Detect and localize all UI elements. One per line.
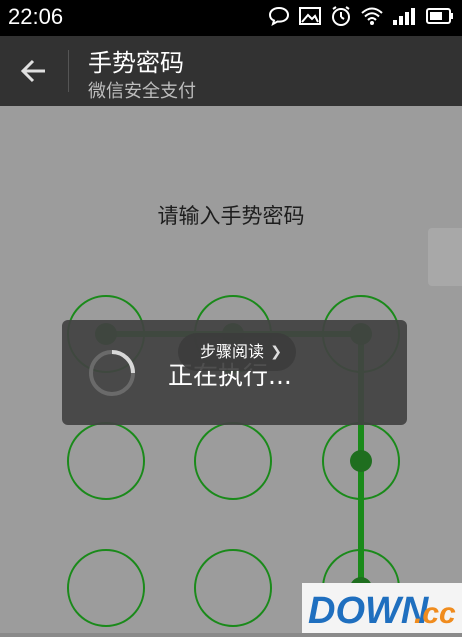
gesture-pattern[interactable] bbox=[0, 0, 462, 633]
watermark-suffix: .cc bbox=[414, 597, 456, 630]
step-reading-tooltip[interactable]: 步骤阅读 ❯ bbox=[178, 333, 296, 371]
spinner-icon bbox=[87, 348, 137, 398]
tooltip-label: 步骤阅读 bbox=[200, 342, 265, 361]
pattern-dot-7[interactable] bbox=[67, 549, 145, 627]
watermark-text: DOWN bbox=[308, 590, 430, 632]
pattern-dot-4[interactable] bbox=[67, 422, 145, 500]
watermark-logo: DOWN .cc bbox=[302, 583, 462, 633]
pattern-dot-5[interactable] bbox=[194, 422, 272, 500]
pattern-dot-8[interactable] bbox=[194, 549, 272, 627]
chevron-right-icon: ❯ bbox=[270, 344, 282, 360]
